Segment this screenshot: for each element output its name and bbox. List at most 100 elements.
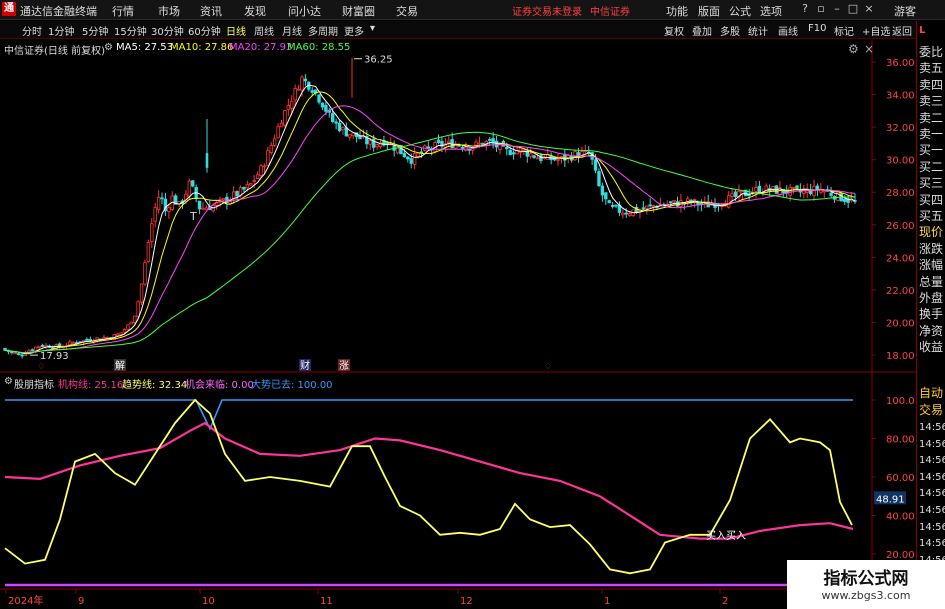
candle-body — [651, 205, 656, 208]
candle-body — [341, 127, 345, 131]
restore-icon[interactable]: ▫ — [814, 2, 828, 16]
candle-body — [205, 153, 209, 168]
high-price-label: 36.25 — [364, 55, 393, 66]
candle-body — [621, 212, 625, 216]
side-label: 卖五 — [919, 61, 944, 76]
price-chart[interactable]: 买入买入 36.00 34.00 32.00 30.00 28.00 26.00 24.00… — [0, 40, 916, 609]
login-notice[interactable]: 证券交易未登录 — [512, 3, 582, 18]
side-auto-trade[interactable]: 自动 — [919, 385, 945, 402]
x-tick-label: 11 — [320, 596, 333, 607]
candle-body — [409, 158, 413, 164]
candle-body — [508, 149, 512, 155]
candle-body — [290, 100, 294, 109]
candle-body — [730, 193, 734, 197]
trade-time: 14:56 — [919, 471, 945, 483]
chart-area[interactable]: 买入买入 36.00 34.00 32.00 30.00 28.00 26.00 24.00… — [0, 40, 916, 609]
candle-body — [191, 180, 195, 187]
candle-body — [402, 153, 407, 158]
adjust-button[interactable]: 复权 — [664, 23, 684, 38]
candle-body — [245, 184, 250, 189]
period-30min[interactable]: 30分钟 — [151, 23, 184, 38]
ind-tick-label: 100.0 — [886, 396, 915, 407]
maximize-icon[interactable]: □ — [846, 2, 860, 16]
candle-body — [139, 283, 144, 303]
menu-news[interactable]: 资讯 — [200, 3, 222, 19]
menu-layout[interactable]: 版面 — [698, 3, 720, 19]
candle-body — [791, 186, 796, 189]
overlay-button[interactable]: 叠加 — [692, 23, 712, 38]
close-icon[interactable]: × — [862, 2, 876, 16]
candle-body — [610, 205, 615, 207]
period-more[interactable]: 更多 — [344, 23, 364, 38]
candle-body — [511, 152, 516, 155]
user-label[interactable]: 游客 — [894, 3, 916, 19]
event-badge-label: 解 — [115, 359, 125, 372]
menu-quotes[interactable]: 行情 — [112, 3, 134, 19]
candle-body — [201, 207, 205, 210]
candle-body — [686, 198, 690, 202]
side-label: 净资 — [919, 323, 944, 338]
menu-ask[interactable]: 问小达 — [288, 3, 321, 19]
period-daily[interactable]: 日线 — [226, 23, 246, 38]
add-watchlist-button[interactable]: +自选 — [862, 23, 890, 38]
candle-body — [771, 185, 775, 190]
trade-time: 14:56 — [919, 538, 945, 550]
period-multi[interactable]: 多周期 — [308, 23, 338, 38]
candle-body — [320, 102, 325, 108]
gear-icon[interactable]: ⚙ — [848, 42, 859, 56]
candle-body — [600, 185, 605, 196]
candle-body — [426, 146, 430, 149]
event-mark: ♢ — [544, 362, 552, 372]
stats-button[interactable]: 统计 — [748, 23, 768, 38]
ind-tick-label: 40.00 — [886, 512, 915, 523]
trade-time: 14:56 — [919, 438, 945, 450]
menu-trade[interactable]: 交易 — [396, 3, 418, 19]
candle-body — [607, 200, 611, 204]
chevron-down-icon[interactable]: ▾ — [370, 23, 375, 34]
mark-button[interactable]: 标记 — [834, 23, 854, 38]
y-tick-label: 24.00 — [886, 253, 915, 264]
period-monthly[interactable]: 月线 — [282, 23, 302, 38]
settings-icon[interactable]: ⚙ — [104, 42, 113, 53]
candle-body — [204, 207, 209, 211]
indicator-settings-icon[interactable]: ⚙ — [4, 376, 13, 387]
period-60min[interactable]: 60分钟 — [188, 23, 221, 38]
candle-body — [477, 142, 482, 145]
y-tick-label: 32.00 — [886, 123, 915, 134]
candle-body — [283, 110, 287, 126]
help-icon[interactable]: ? — [798, 2, 812, 16]
side-label: 卖四 — [919, 77, 944, 92]
candle-body — [143, 262, 147, 285]
minimize-icon[interactable]: – — [830, 2, 844, 16]
app-title: 通达信金融终端 — [20, 5, 97, 18]
candle-body — [668, 201, 673, 204]
period-1min[interactable]: 1分钟 — [48, 23, 74, 38]
ind-tick-label: 80.00 — [886, 435, 915, 446]
period-weekly[interactable]: 周线 — [254, 23, 274, 38]
menu-wealth[interactable]: 财富圈 — [342, 3, 375, 19]
period-5min[interactable]: 5分钟 — [82, 23, 108, 38]
candle-body — [160, 197, 164, 200]
f10-button[interactable]: F10 — [808, 23, 826, 34]
x-tick-label: 2024年 — [8, 594, 43, 607]
multi-stock-button[interactable]: 多股 — [720, 23, 740, 38]
trade-time: 14:56 — [919, 488, 945, 500]
ma5-label: MA5: 27.53 — [116, 42, 174, 53]
close-panel-icon[interactable]: × — [864, 42, 874, 56]
candle-body — [156, 196, 161, 211]
menu-options[interactable]: 选项 — [760, 3, 782, 19]
menu-function[interactable]: 功能 — [666, 3, 688, 19]
candle-body — [115, 333, 120, 336]
period-15min[interactable]: 15分钟 — [114, 23, 147, 38]
side-auto-trade[interactable]: 交易 — [919, 402, 945, 419]
back-button[interactable]: 返回 — [892, 23, 912, 38]
candle-body — [412, 153, 417, 165]
candle-body — [252, 180, 256, 182]
menu-market[interactable]: 市场 — [158, 3, 180, 19]
menu-formula[interactable]: 公式 — [729, 3, 751, 19]
draw-button[interactable]: 画线 — [778, 23, 798, 38]
period-tick[interactable]: 分时 — [22, 23, 42, 38]
candle-body — [30, 349, 35, 352]
candle-body — [279, 122, 284, 128]
menu-discover[interactable]: 发现 — [244, 3, 266, 19]
